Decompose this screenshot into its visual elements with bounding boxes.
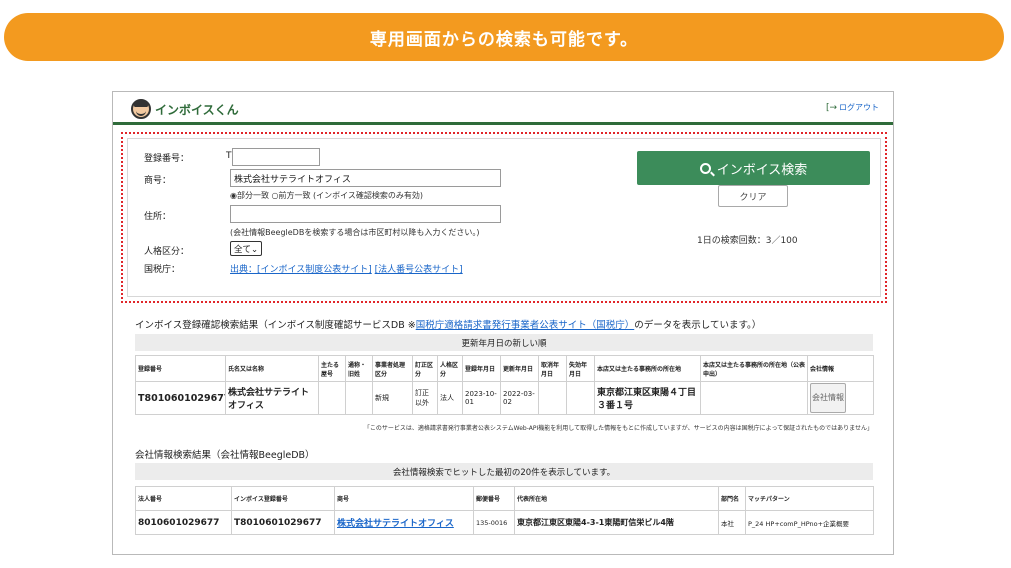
- cell-cancelled: [538, 381, 567, 415]
- invoice-results-title: インボイス登録確認検索結果（インボイス制度確認サービスDB ※国税庁適格請求書発…: [135, 317, 761, 331]
- company-name-label: 商号：: [144, 176, 172, 186]
- table-row: T8010601029677 株式会社サテライトオフィス 新規 訂正以外 法人 …: [135, 381, 874, 415]
- logout-link[interactable]: [→ ログアウト: [826, 102, 879, 113]
- top-banner: 専用画面からの検索も可能です。: [4, 13, 1004, 61]
- address-note: (会社情報BeegleDBを検索する場合は市区町村以降も入力ください。): [230, 228, 480, 237]
- cell-type: 法人: [437, 381, 463, 415]
- type-select[interactable]: 全て⌄: [230, 241, 263, 256]
- reg-number-input[interactable]: [232, 148, 320, 166]
- col-header: 代表所在地: [514, 486, 719, 511]
- sort-order-bar[interactable]: 更新年月日の新しい順: [135, 334, 873, 351]
- cell-expired: [566, 381, 595, 415]
- col-header: マッチパターン: [745, 486, 874, 511]
- col-header: 訂正区分: [412, 355, 438, 382]
- col-header: 更新年月日: [500, 355, 539, 382]
- cell-process: 新規: [372, 381, 413, 415]
- mascot-icon: [131, 99, 151, 119]
- type-label: 人格区分：: [144, 247, 190, 257]
- col-header: 商号: [334, 486, 474, 511]
- cell-trade-name: [318, 381, 346, 415]
- col-header: 主たる屋号: [318, 355, 346, 382]
- cell-address: 東京都江東区東陽４丁目３番１号: [594, 381, 701, 415]
- logo-text: インボイスくん: [155, 102, 239, 117]
- col-header: 人格区分: [437, 355, 463, 382]
- search-panel-highlight: 登録番号： T 商号： ◉部分一致 ○前方一致 (インボイス確認検索のみ有効) …: [121, 132, 887, 303]
- table-header-row: 法人番号 インボイス登録番号 商号 郵便番号 代表所在地 部門名 マッチパターン: [135, 486, 874, 511]
- col-header: 本店又は主たる事務所の所在地: [594, 355, 701, 382]
- cell-name: 株式会社サテライトオフィス: [225, 381, 319, 415]
- col-header: 本店又は主たる事務所の所在地（公表申出）: [700, 355, 808, 382]
- invoice-results-table: 登録番号 氏名又は名称 主たる屋号 通称・旧姓 事業者処理区分 訂正区分 人格区…: [135, 355, 874, 415]
- invoice-site-link[interactable]: 出典：[インボイス制度公表サイト]: [230, 265, 372, 275]
- cell-registered: 2023-10-01: [462, 381, 501, 415]
- company-results-title: 会社情報検索結果（会社情報BeegleDB）: [135, 450, 315, 461]
- search-form: 登録番号： T 商号： ◉部分一致 ○前方一致 (インボイス確認検索のみ有効) …: [127, 138, 881, 297]
- reg-prefix: T: [226, 151, 232, 161]
- invoice-search-button[interactable]: インボイス検索: [637, 151, 870, 185]
- cell-dept: 本社: [718, 510, 746, 535]
- col-header: 会社情報: [807, 355, 874, 382]
- service-disclaimer: 「このサービスは、適格請求書発行事業者公表システムWeb-API機能を利用して取…: [363, 425, 873, 432]
- search-icon: [699, 162, 711, 174]
- cell-alias: [345, 381, 373, 415]
- company-results-table: 法人番号 インボイス登録番号 商号 郵便番号 代表所在地 部門名 マッチパターン…: [135, 486, 874, 535]
- cell-updated: 2022-03-02: [500, 381, 539, 415]
- nta-site-link[interactable]: 国税庁適格請求書発行事業者公表サイト（国税庁）: [416, 320, 635, 331]
- col-header: 郵便番号: [473, 486, 515, 511]
- col-header: 部門名: [718, 486, 746, 511]
- results-title-suffix: のデータを表示しています。）: [634, 320, 762, 331]
- col-header: 事業者処理区分: [372, 355, 413, 382]
- company-name-link[interactable]: 株式会社サテライトオフィス: [337, 519, 454, 529]
- col-header: 氏名又は名称: [225, 355, 319, 382]
- col-header: 登録番号: [135, 355, 226, 382]
- cell-zip: 135-0016: [473, 510, 515, 535]
- clear-button[interactable]: クリア: [718, 185, 788, 207]
- source-label: 国税庁：: [144, 265, 181, 275]
- table-row: 8010601029677 T8010601029677 株式会社サテライトオフ…: [135, 510, 874, 535]
- col-header: 登録年月日: [462, 355, 501, 382]
- cell-address-public: [700, 381, 808, 415]
- chevron-down-icon: ⌄: [251, 245, 259, 255]
- cell-match: P_24 HP+comP_HPno+企業概要: [745, 510, 874, 535]
- col-header: 通称・旧姓: [345, 355, 373, 382]
- cell-company-address: 東京都江東区東陽4-3-1東陽町信栄ビル4階: [514, 510, 719, 535]
- cell-correction: 訂正以外: [412, 381, 438, 415]
- address-label: 住所：: [144, 212, 172, 222]
- logout-label: ログアウト: [839, 103, 879, 112]
- cell-company-name: 株式会社サテライトオフィス: [334, 510, 474, 535]
- cell-invoice-no: T8010601029677: [231, 510, 335, 535]
- company-results-info: 会社情報検索でヒットした最初の20件を表示しています。: [135, 463, 873, 480]
- col-header: 失効年月日: [566, 355, 595, 382]
- invoice-search-label: インボイス検索: [716, 162, 808, 178]
- match-options[interactable]: ◉部分一致 ○前方一致 (インボイス確認検索のみ有効): [230, 190, 423, 201]
- company-name-input[interactable]: [230, 169, 501, 187]
- cell-company-info: 会社情報: [807, 381, 874, 415]
- company-info-button[interactable]: 会社情報: [810, 383, 846, 413]
- corp-number-site-link[interactable]: [法人番号公表サイト]: [375, 265, 463, 275]
- app-window: インボイスくん [→ ログアウト 登録番号： T 商号： ◉部分一致 ○前方一致…: [112, 91, 894, 555]
- search-count: 1日の検索回数：3／100: [697, 236, 798, 246]
- logout-icon: [→: [825, 102, 837, 113]
- table-header-row: 登録番号 氏名又は名称 主たる屋号 通称・旧姓 事業者処理区分 訂正区分 人格区…: [135, 355, 874, 382]
- app-logo[interactable]: インボイスくん: [131, 99, 239, 119]
- address-input[interactable]: [230, 205, 501, 223]
- col-header: 取消年月日: [538, 355, 567, 382]
- app-header: インボイスくん [→ ログアウト: [113, 92, 893, 125]
- reg-number-label: 登録番号：: [144, 154, 190, 164]
- cell-reg-no: T8010601029677: [135, 381, 226, 415]
- results-title-prefix: インボイス登録確認検索結果（インボイス制度確認サービスDB ※: [135, 320, 416, 331]
- cell-corp-no: 8010601029677: [135, 510, 232, 535]
- col-header: インボイス登録番号: [231, 486, 335, 511]
- banner-text: 専用画面からの検索も可能です。: [369, 29, 639, 50]
- col-header: 法人番号: [135, 486, 232, 511]
- type-select-value: 全て: [234, 245, 252, 255]
